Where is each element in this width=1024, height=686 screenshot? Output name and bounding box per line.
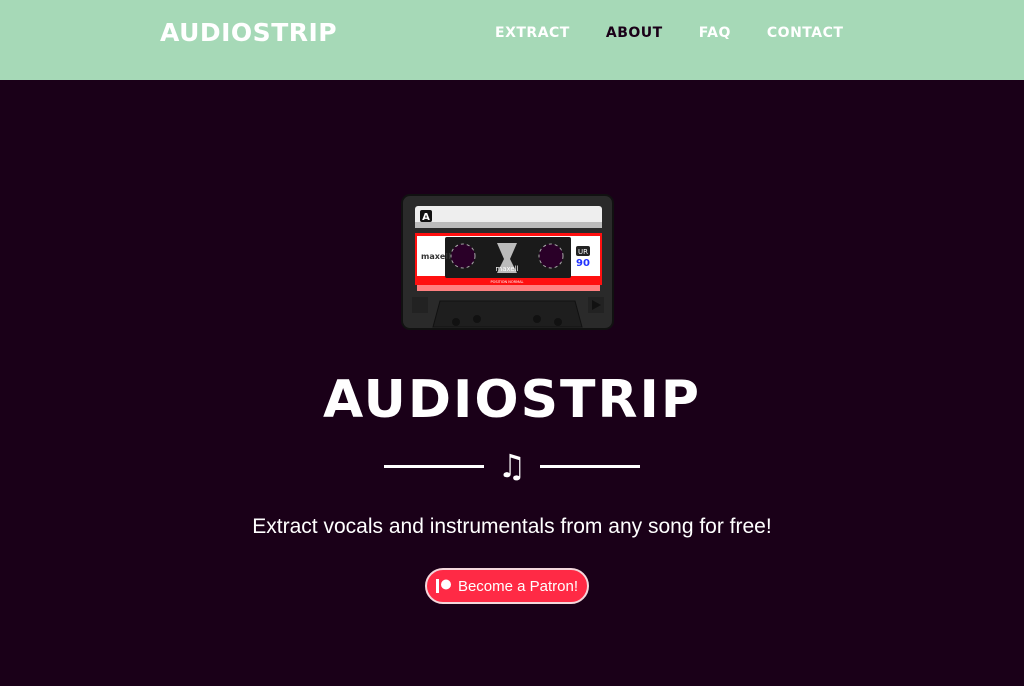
patreon-icon	[435, 579, 451, 593]
cassette-brand: maxell	[421, 252, 451, 261]
become-patron-button[interactable]: Become a Patron!	[425, 568, 589, 604]
nav-contact[interactable]: CONTACT	[767, 25, 844, 41]
patron-button-label: Become a Patron!	[457, 577, 579, 595]
cassette-side-label: A	[422, 212, 430, 223]
hero-tagline: Extract vocals and instrumentals from an…	[252, 515, 772, 538]
cassette-image: A maxell maxell UR 90 POSITION NORMAL	[401, 194, 614, 330]
svg-text:UR: UR	[578, 248, 588, 256]
hero-title: AUDIOSTRIP	[322, 370, 701, 430]
svg-text:POSITION NORMAL: POSITION NORMAL	[491, 280, 524, 284]
title-divider: ♫	[0, 450, 1024, 482]
svg-text:90: 90	[576, 258, 590, 269]
divider-line	[383, 464, 484, 468]
music-note-icon: ♫	[497, 447, 527, 485]
main-nav: EXTRACT ABOUT FAQ CONTACT	[495, 25, 879, 41]
nav-extract[interactable]: EXTRACT	[495, 25, 570, 41]
divider-line	[540, 464, 641, 468]
site-header: AUDIOSTRIP EXTRACT ABOUT FAQ CONTACT	[0, 0, 1024, 80]
svg-text:maxell: maxell	[495, 265, 518, 273]
nav-about[interactable]: ABOUT	[606, 25, 663, 41]
nav-faq[interactable]: FAQ	[699, 25, 731, 41]
brand-logo[interactable]: AUDIOSTRIP	[160, 18, 337, 47]
